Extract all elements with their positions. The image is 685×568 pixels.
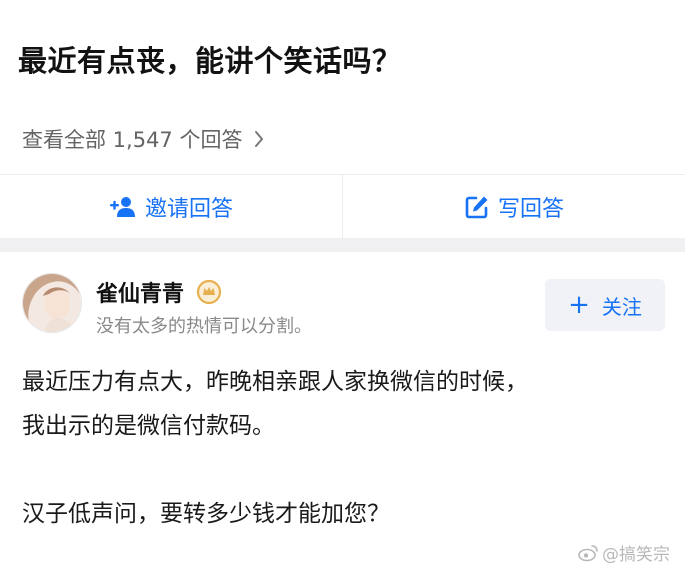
answer-paragraph: 汉子低声问，要转多少钱才能加您？ (22, 501, 390, 527)
author-name-label: 雀仙青青 (96, 282, 185, 307)
badge-icon (196, 279, 222, 305)
invite-answer-button[interactable]: 邀请回答 (0, 175, 342, 239)
answer-paragraph: 我出示的是微信付款码。 (22, 413, 275, 439)
author-name[interactable]: 雀仙青青 (96, 276, 222, 308)
watermark-text: @搞笑宗 (602, 545, 670, 565)
author-bio: 没有太多的热情可以分割。 (96, 316, 312, 337)
answer-content: 最近压力有点大，昨晚相亲跟人家换微信的时候， 我出示的是微信付款码。 汉子低声问… (22, 360, 672, 536)
answer-paragraph: 最近压力有点大，昨晚相亲跟人家换微信的时候， (22, 369, 528, 395)
add-user-icon (109, 195, 137, 219)
avatar[interactable] (22, 273, 82, 333)
write-answer-button[interactable]: 写回答 (342, 175, 685, 239)
plus-icon: + (568, 290, 590, 320)
watermark: @搞笑宗 (578, 540, 670, 565)
section-divider (0, 238, 685, 252)
chevron-right-icon (254, 130, 264, 148)
view-all-label: 查看全部 1,547 个回答 (22, 128, 243, 152)
write-answer-label: 写回答 (497, 197, 564, 222)
answer-actions-bar: 邀请回答 写回答 (0, 174, 685, 239)
follow-label: 关注 (601, 294, 642, 319)
follow-button[interactable]: + 关注 (545, 279, 665, 331)
invite-answer-label: 邀请回答 (144, 197, 233, 222)
edit-icon (464, 194, 490, 220)
view-all-answers-link[interactable]: 查看全部 1,547 个回答 (22, 124, 264, 154)
question-title: 最近有点丧，能讲个笑话吗？ (18, 44, 402, 78)
weibo-icon (578, 544, 598, 562)
